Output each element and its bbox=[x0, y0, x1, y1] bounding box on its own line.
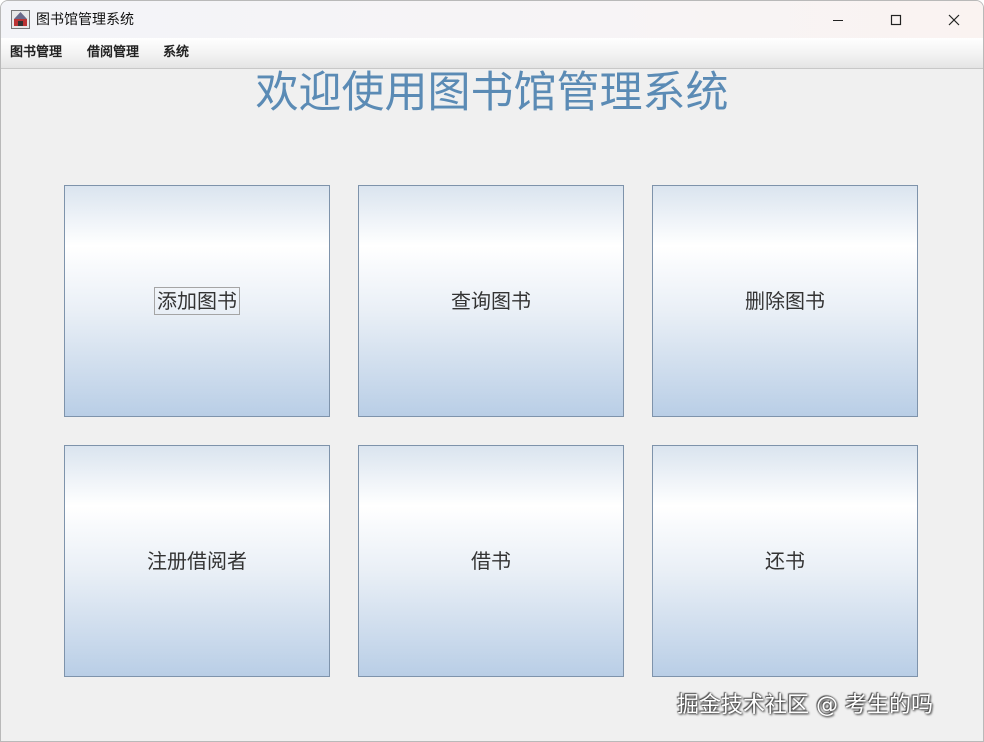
minimize-button[interactable] bbox=[809, 1, 867, 38]
title-bar[interactable]: 图书馆管理系统 bbox=[1, 1, 983, 38]
welcome-heading: 欢迎使用图书馆管理系统 bbox=[255, 68, 729, 118]
borrow-book-button[interactable]: 借书 bbox=[358, 445, 624, 677]
register-borrower-button[interactable]: 注册借阅者 bbox=[64, 445, 330, 677]
return-book-button[interactable]: 还书 bbox=[652, 445, 918, 677]
register-borrower-label: 注册借阅者 bbox=[147, 549, 247, 573]
maximize-button[interactable] bbox=[867, 1, 925, 38]
close-button[interactable] bbox=[925, 1, 983, 38]
delete-book-label: 删除图书 bbox=[745, 289, 825, 313]
minimize-icon bbox=[833, 19, 843, 21]
java-app-icon bbox=[11, 10, 30, 29]
add-book-button[interactable]: 添加图书 bbox=[64, 185, 330, 417]
window-title: 图书馆管理系统 bbox=[36, 12, 134, 28]
menu-borrow-management[interactable]: 借阅管理 bbox=[87, 44, 139, 61]
menu-system[interactable]: 系统 bbox=[163, 44, 189, 61]
close-icon bbox=[948, 14, 960, 25]
return-book-label: 还书 bbox=[765, 549, 805, 573]
app-window: 图书馆管理系统 图书管理 借阅管理 系统 欢迎使用图书馆管理系统 添加图书 查询… bbox=[0, 0, 984, 742]
search-book-label: 查询图书 bbox=[451, 289, 531, 313]
add-book-label: 添加图书 bbox=[154, 287, 240, 315]
search-book-button[interactable]: 查询图书 bbox=[358, 185, 624, 417]
watermark: 掘金技术社区 @ 考生的吗 bbox=[677, 693, 933, 718]
delete-book-button[interactable]: 删除图书 bbox=[652, 185, 918, 417]
borrow-book-label: 借书 bbox=[471, 549, 511, 573]
menu-book-management[interactable]: 图书管理 bbox=[10, 44, 62, 61]
maximize-icon bbox=[890, 14, 902, 25]
